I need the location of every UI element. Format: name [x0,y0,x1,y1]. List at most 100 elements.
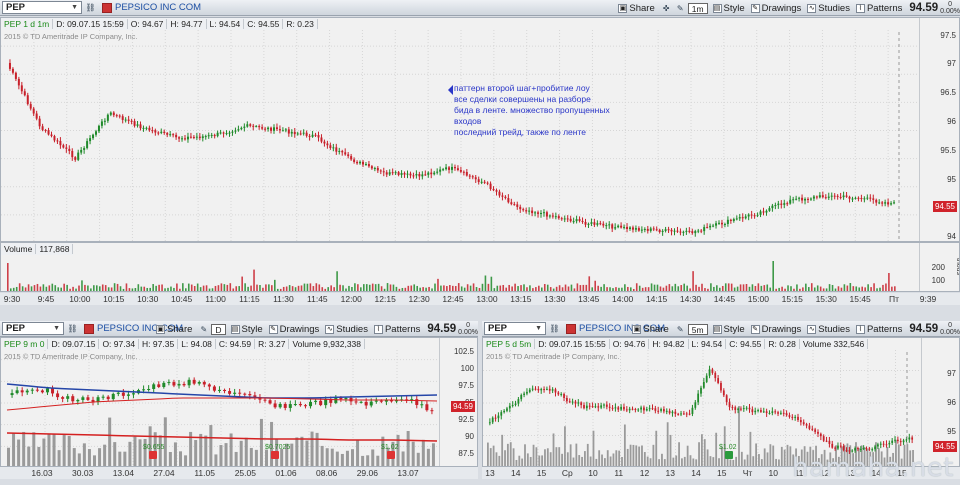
candle-body [296,133,299,135]
studies-button[interactable]: ∿ Studies [322,322,371,336]
drawings-button[interactable]: ✎ Drawings [748,1,805,15]
volume-bar [17,439,21,466]
volume-bar [87,285,89,291]
candle-body [74,157,77,160]
volume-bar [570,284,573,291]
candle-body [578,219,581,221]
volume-bar [152,284,154,291]
annotation-text[interactable]: паттерн второй шаг+пробитие лоу все сделк… [454,83,610,138]
volume-bar [498,455,501,466]
left-price-chart[interactable]: PEP 9 m 0 D: 09.07.15 O: 97.34 H: 97.35 … [0,337,478,467]
volume-bar [591,287,594,291]
candle-body [551,389,554,391]
studies-button[interactable]: ∿ Studies [804,1,853,15]
candle-body [261,127,264,129]
chevron-down-icon[interactable]: ▼ [71,4,78,11]
pencil-icon[interactable]: ✎ [198,324,209,335]
candle-body [747,214,750,217]
crosshair-icon[interactable]: ✜ [661,3,672,14]
volume-bar [515,459,518,466]
symbol-input[interactable]: PEP ▼ [2,1,82,14]
candle-body [722,390,725,396]
symbol-input[interactable]: PEP ▼ [484,322,546,335]
top-price-chart[interactable]: PEP 1 d 1m D: 09.07.15 15:59 O: 94.67 H:… [0,17,960,242]
volume-bar [632,288,635,291]
style-button[interactable]: ▤ Style [228,322,266,336]
volume-bar [718,458,720,466]
share-button[interactable]: ▣ Share [615,1,657,15]
candle-body [783,203,786,205]
drawings-label: Drawings [761,2,802,14]
patterns-button[interactable]: ⌇ Patterns [853,1,905,15]
link-icon[interactable]: ⛓ [549,323,560,334]
annotation-arrow-icon [448,85,453,95]
style-button[interactable]: ▤ Style [710,322,748,336]
volume-bar [630,287,632,291]
earnings-icon[interactable] [271,451,279,459]
link-icon[interactable]: ⛓ [67,323,78,334]
volume-bar [401,451,405,466]
volume-bar [32,432,36,466]
drawings-button[interactable]: ✎ Drawings [266,322,323,336]
left-chart-toolbar: PEP ▼ ⛓ PEPSICO INC COM ▣ Share ✎ D ▤ Style… [0,321,478,337]
patterns-button[interactable]: ⌇ Patterns [853,322,905,336]
volume-bar [69,288,71,291]
candle-body [554,216,557,218]
period-selector[interactable]: D [211,323,226,335]
earnings-icon[interactable] [725,451,733,459]
period-selector[interactable]: 1m [687,2,708,14]
earnings-icon[interactable] [387,451,395,459]
chevron-down-icon[interactable]: ▼ [535,325,542,332]
volume-bar [47,433,51,466]
volume-bar [182,283,184,291]
volume-bar [416,452,420,466]
y-tick-label: 97.5 [940,31,956,40]
volume-bar [30,286,33,291]
drawings-button[interactable]: ✎ Drawings [748,322,805,336]
studies-label: Studies [336,323,368,335]
candle-body [252,125,255,127]
link-icon[interactable]: ⛓ [85,2,96,13]
candle-body [748,407,751,410]
pencil-icon[interactable]: ✎ [675,3,686,14]
volume-bar [239,440,243,466]
volume-bar [259,285,261,291]
symbol-input[interactable]: PEP ▼ [2,322,64,335]
studies-button[interactable]: ∿ Studies [804,322,853,336]
pencil-icon[interactable]: ✎ [675,324,686,335]
x-tick-label: 11:00 [205,294,226,304]
candle-body [878,202,881,204]
candle-body [456,168,459,171]
candle-body [453,166,456,169]
candle-body [29,104,32,109]
candle-body [187,379,191,386]
volume-bar [265,284,267,291]
earnings-icon[interactable] [149,451,157,459]
style-button[interactable]: ▤ Style [710,1,748,15]
volume-bar [487,442,489,466]
top-volume-pane[interactable]: Volume 117,868 200 100 thous [0,242,960,292]
volume-bars [7,261,896,291]
share-button[interactable]: ▣ Share [153,322,195,336]
share-button[interactable]: ▣ Share [629,322,671,336]
volume-bar [184,455,188,466]
chevron-down-icon[interactable]: ▼ [53,325,60,332]
left-price-tag: 94.59 [451,401,475,412]
patterns-button[interactable]: ⌇ Patterns [371,322,423,336]
candle-body [640,229,643,231]
candle-body [451,166,453,170]
volume-bar [18,283,21,291]
right-price-chart[interactable]: PEP 5 d 5m D: 09.07.15 15:55 O: 94.76 H:… [482,337,960,467]
period-selector[interactable]: 5m [687,323,708,335]
volume-bar [110,287,113,291]
candle-body [786,203,789,205]
candle-body [881,202,884,204]
volume-bar [729,459,732,466]
candle-body [61,397,65,399]
candle-body [397,172,400,175]
volume-bar [425,287,427,291]
candle-body [585,405,588,409]
candle-body [430,172,433,175]
volume-bar [315,432,319,466]
x-tick-label: 15 [717,468,727,478]
